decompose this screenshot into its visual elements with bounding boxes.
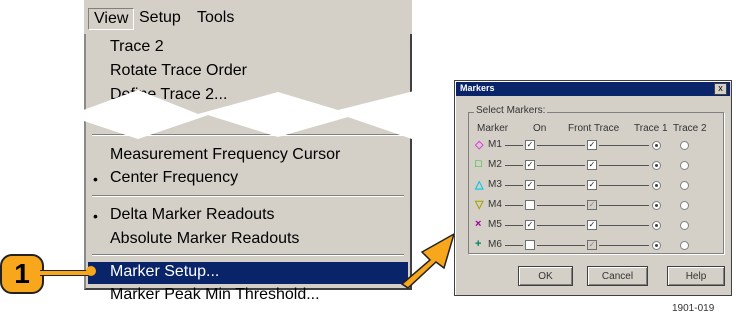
marker-name: M6 — [488, 239, 502, 250]
trace2-radio[interactable] — [680, 161, 689, 170]
marker-symbol-icon: × — [475, 218, 482, 230]
marker-on-checkbox[interactable]: ✓ — [525, 140, 535, 150]
menu-radio-bullet: • — [93, 171, 98, 187]
menu-separator — [92, 254, 404, 256]
menu-radio-bullet: • — [93, 208, 98, 224]
marker-symbol-icon: □ — [475, 158, 482, 170]
ok-button[interactable]: OK — [518, 266, 573, 286]
front-trace-checkbox[interactable]: ✓ — [587, 180, 597, 190]
figure-id: 1901-019 — [672, 303, 715, 314]
trace1-radio[interactable] — [652, 201, 661, 210]
connector-line — [599, 245, 649, 246]
group-label: Select Markers: — [474, 105, 548, 116]
header-trace1: Trace 1 — [634, 123, 668, 134]
trace1-radio[interactable] — [652, 141, 661, 150]
trace1-radio[interactable] — [652, 241, 661, 250]
menu-item-center-frequency[interactable]: Center Frequency — [110, 169, 238, 187]
header-marker: Marker — [477, 123, 509, 134]
markers-dialog: Markers x Select Markers: Marker On Fron… — [454, 80, 732, 296]
connector-line — [505, 145, 523, 146]
marker-symbol-icon: ◇ — [475, 139, 484, 151]
connector-line — [505, 205, 523, 206]
connector-line — [505, 185, 523, 186]
menu-setup[interactable]: Setup — [134, 8, 186, 28]
front-trace-checkbox[interactable]: ✓ — [587, 200, 597, 210]
callout-number: 1 — [0, 254, 44, 294]
front-trace-checkbox[interactable]: ✓ — [587, 140, 597, 150]
trace1-radio[interactable] — [652, 161, 661, 170]
trace2-radio[interactable] — [680, 241, 689, 250]
connector-line — [505, 165, 523, 166]
front-trace-checkbox[interactable]: ✓ — [587, 220, 597, 230]
front-trace-checkbox[interactable]: ✓ — [587, 160, 597, 170]
view-menu-bottom: Measurement Frequency Cursor • Center Fr… — [84, 122, 412, 303]
trace2-radio[interactable] — [680, 221, 689, 230]
menu-item-absolute-marker-readouts[interactable]: Absolute Marker Readouts — [110, 230, 299, 248]
connector-line — [599, 205, 649, 206]
arrow-icon — [400, 232, 456, 289]
header-front-trace: Front Trace — [568, 123, 620, 134]
dialog-title-bar: Markers x — [456, 82, 730, 96]
connector-line — [599, 145, 649, 146]
marker-name: M2 — [488, 159, 502, 170]
connector-line — [505, 245, 523, 246]
menu-tools[interactable]: Tools — [192, 8, 239, 28]
trace1-radio[interactable] — [652, 181, 661, 190]
marker-name: M4 — [488, 199, 502, 210]
marker-name: M1 — [488, 139, 502, 150]
cancel-button[interactable]: Cancel — [587, 266, 648, 286]
trace1-radio[interactable] — [652, 221, 661, 230]
menu-bar: View Setup Tools — [84, 0, 412, 35]
dialog-title: Markers — [460, 83, 495, 93]
menu-item-marker-setup[interactable]: Marker Setup... — [88, 262, 408, 284]
menu-item-trace2[interactable]: Trace 2 — [110, 38, 164, 56]
connector-line — [537, 165, 585, 166]
trace2-radio[interactable] — [680, 201, 689, 210]
trace2-radio[interactable] — [680, 181, 689, 190]
trace2-radio[interactable] — [680, 141, 689, 150]
marker-on-checkbox[interactable]: ✓ — [525, 180, 535, 190]
connector-line — [537, 225, 585, 226]
marker-symbol-icon: + — [475, 238, 482, 250]
connector-line — [537, 245, 585, 246]
header-trace2: Trace 2 — [673, 123, 707, 134]
marker-on-checkbox[interactable]: ✓ — [525, 220, 535, 230]
marker-name: M5 — [488, 219, 502, 230]
menu-item-marker-peak-min-threshold[interactable]: Marker Peak Min Threshold... — [110, 286, 320, 304]
help-button[interactable]: Help — [667, 266, 725, 286]
marker-on-checkbox[interactable] — [525, 200, 535, 210]
marker-on-checkbox[interactable] — [525, 240, 535, 250]
menu-item-marker-setup-label: Marker Setup... — [110, 263, 220, 280]
marker-symbol-icon: ▽ — [475, 199, 484, 211]
menu-view[interactable]: View — [88, 8, 135, 30]
connector-line — [537, 185, 585, 186]
connector-line — [599, 185, 649, 186]
callout-dot — [86, 266, 96, 276]
menu-item-rotate-trace-order[interactable]: Rotate Trace Order — [110, 62, 247, 80]
connector-line — [537, 145, 585, 146]
marker-on-checkbox[interactable]: ✓ — [525, 160, 535, 170]
connector-line — [599, 165, 649, 166]
marker-symbol-icon: △ — [475, 179, 484, 191]
callout-line — [40, 270, 90, 276]
connector-line — [537, 205, 585, 206]
menu-separator — [92, 195, 404, 197]
menu-item-delta-marker-readouts[interactable]: Delta Marker Readouts — [110, 206, 275, 224]
connector-line — [505, 225, 523, 226]
connector-line — [599, 225, 649, 226]
menu-break — [78, 90, 418, 141]
menu-item-measurement-frequency-cursor[interactable]: Measurement Frequency Cursor — [110, 146, 340, 164]
close-icon[interactable]: x — [714, 83, 727, 95]
front-trace-checkbox[interactable]: ✓ — [587, 240, 597, 250]
header-on: On — [533, 123, 547, 134]
marker-name: M3 — [488, 179, 502, 190]
